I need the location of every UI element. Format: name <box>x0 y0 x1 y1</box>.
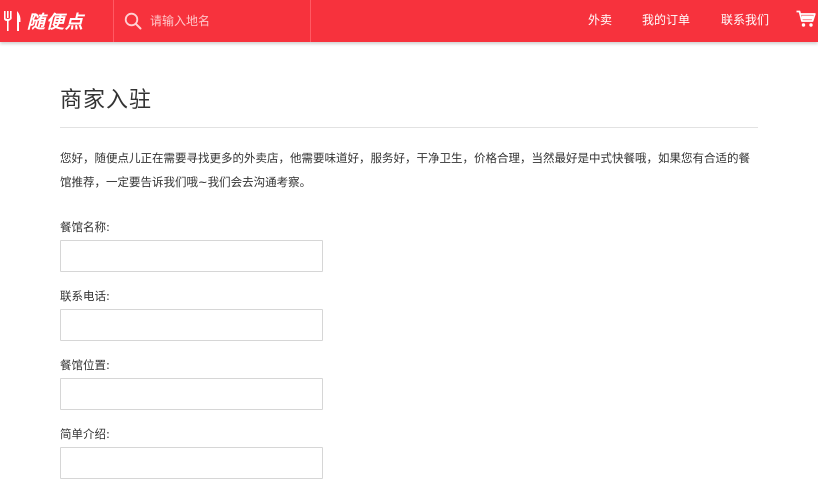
restaurant-location-input[interactable] <box>60 378 323 410</box>
restaurant-name-label: 餐馆名称: <box>60 220 110 234</box>
shopping-cart-icon[interactable] <box>796 10 816 28</box>
page-title: 商家入驻 <box>60 88 153 113</box>
search-bar <box>113 0 311 42</box>
brief-intro-input[interactable] <box>60 447 323 479</box>
restaurant-location-group: 餐馆位置: <box>60 357 323 410</box>
nav-contact-us[interactable]: 联系我们 <box>721 0 769 42</box>
brief-intro-group: 简单介绍: <box>60 426 323 479</box>
brief-intro-label: 简单介绍: <box>60 427 110 441</box>
search-icon[interactable] <box>124 12 142 30</box>
restaurant-location-label: 餐馆位置: <box>60 358 110 372</box>
restaurant-name-group: 餐馆名称: <box>60 219 323 272</box>
top-navbar: 随便点 外卖 我的订单 联系我们 <box>0 0 818 42</box>
nav-takeout[interactable]: 外卖 <box>588 0 612 42</box>
contact-phone-group: 联系电话: <box>60 288 323 341</box>
search-input[interactable] <box>150 9 300 33</box>
restaurant-name-input[interactable] <box>60 240 323 272</box>
contact-phone-label: 联系电话: <box>60 289 110 303</box>
fork-knife-icon <box>4 11 21 31</box>
intro-text: 您好，随便点儿正在需要寻找更多的外卖店，他需要味道好，服务好，干净卫生，价格合理… <box>60 151 750 189</box>
brand-name: 随便点 <box>27 12 84 33</box>
brand-logo[interactable]: 随便点 <box>0 0 113 42</box>
nav-my-orders[interactable]: 我的订单 <box>642 0 690 42</box>
main-content: 商家入驻 您好，随便点儿正在需要寻找更多的外卖店，他需要味道好，服务好，干净卫生… <box>60 42 758 479</box>
contact-phone-input[interactable] <box>60 309 323 341</box>
title-divider <box>60 127 758 128</box>
